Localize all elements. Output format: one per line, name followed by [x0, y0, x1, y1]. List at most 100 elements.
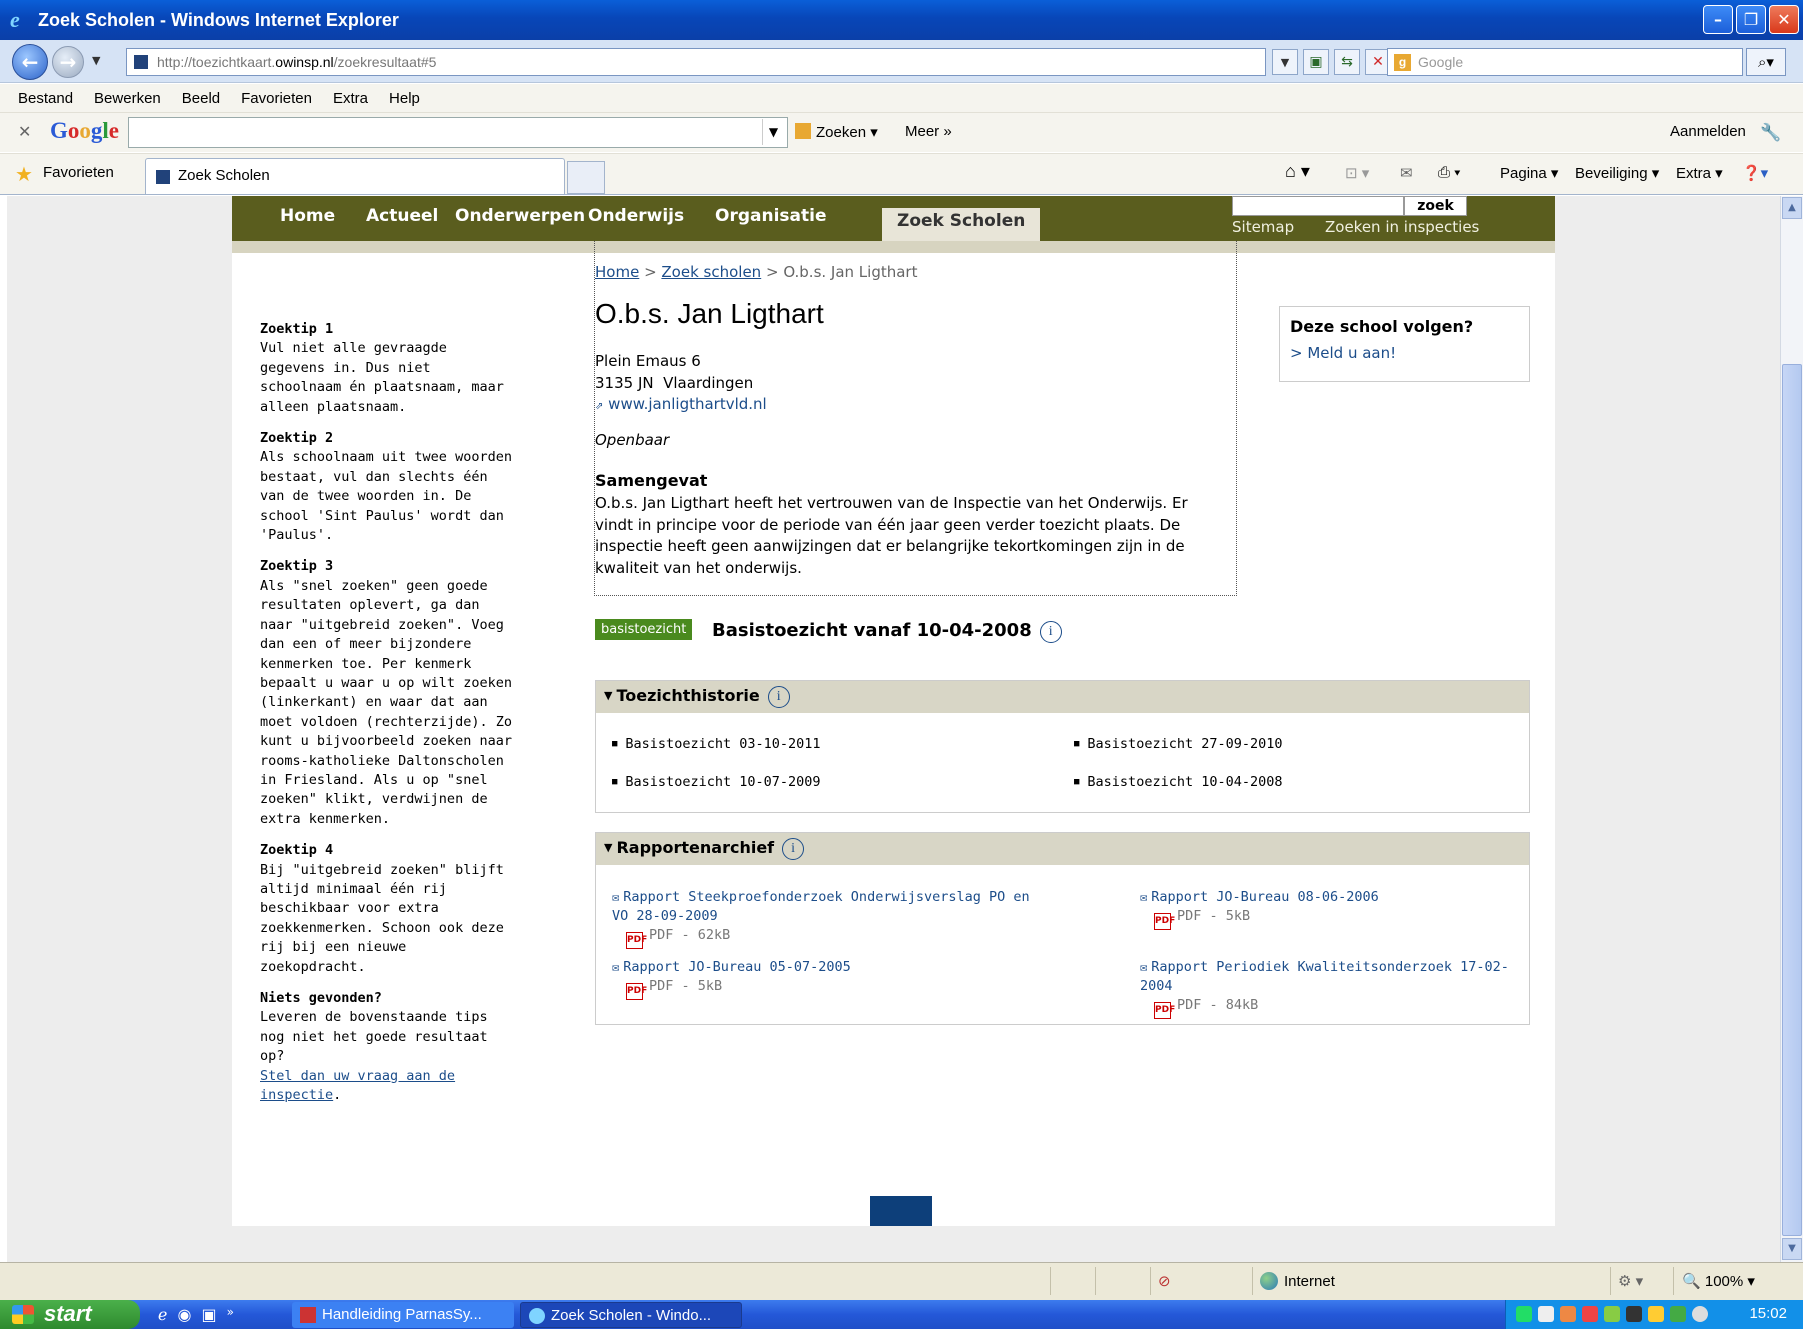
- menu-help[interactable]: Help: [389, 90, 420, 107]
- report-title: Rapport JO-Bureau 08-06-2006: [1151, 889, 1379, 905]
- close-button[interactable]: ✕: [1769, 5, 1799, 34]
- forward-button[interactable]: →: [52, 46, 84, 78]
- google-history-dropdown-icon[interactable]: ▼: [762, 119, 784, 145]
- taskbar-item-pdf[interactable]: Handleiding ParnasSy...: [292, 1302, 514, 1328]
- history-header[interactable]: ▼ Toezichthistorie i: [596, 681, 1529, 713]
- taskbar-item-label: Zoek Scholen - Windo...: [551, 1307, 712, 1324]
- start-button[interactable]: start: [0, 1300, 140, 1329]
- scroll-down-icon[interactable]: ▼: [1782, 1238, 1802, 1260]
- nav-onderwijs[interactable]: Onderwijs: [588, 206, 684, 226]
- sitemap-link[interactable]: Sitemap: [1232, 218, 1294, 236]
- url-dropdown-icon[interactable]: ▼: [1272, 49, 1298, 75]
- security-menu[interactable]: Beveiliging ▾: [1575, 164, 1659, 182]
- maximize-button[interactable]: ❐: [1736, 5, 1766, 34]
- scroll-thumb[interactable]: [1782, 364, 1802, 1236]
- report-file-info: PDF - 5kB: [1177, 908, 1251, 924]
- tip-text: Leveren de bovenstaande tips nog niet he…: [260, 1009, 488, 1065]
- zoom-control[interactable]: 🔍 100% ▾: [1682, 1272, 1755, 1290]
- site-search-button[interactable]: zoek: [1404, 196, 1467, 216]
- menu-bewerken[interactable]: Bewerken: [94, 90, 161, 107]
- nav-organisatie[interactable]: Organisatie: [715, 206, 826, 226]
- protected-mode-icon[interactable]: ⊘: [1158, 1272, 1171, 1290]
- nav-zoek-scholen[interactable]: Zoek Scholen: [882, 208, 1041, 241]
- menu-beeld[interactable]: Beeld: [182, 90, 220, 107]
- messenger-tray-icon[interactable]: [1692, 1306, 1708, 1322]
- archive-header[interactable]: ▼ Rapportenarchief i: [596, 833, 1529, 865]
- oversight-title: Basistoezicht vanaf 10-04-2008 i: [712, 620, 1062, 643]
- tip-title: Zoektip 3: [260, 558, 334, 575]
- browser-quicklaunch-icon[interactable]: ◉: [177, 1305, 191, 1324]
- search-inspections-link[interactable]: Zoeken in inspecties: [1325, 218, 1479, 236]
- pdf-icon[interactable]: PDF: [1154, 913, 1175, 930]
- refresh-icon[interactable]: ⇆: [1334, 49, 1360, 75]
- favorites-star-icon[interactable]: ★: [15, 162, 33, 186]
- feeds-icon[interactable]: ⊡ ▾: [1345, 164, 1369, 182]
- site-search-input[interactable]: [1232, 196, 1404, 216]
- info-icon[interactable]: i: [767, 686, 790, 708]
- network-tray-icon[interactable]: [1516, 1306, 1532, 1322]
- more-quicklaunch-icon[interactable]: »: [227, 1305, 234, 1324]
- report-link[interactable]: ✉ Rapport JO-Bureau 05-07-2005: [612, 959, 851, 975]
- display-tray-icon[interactable]: [1538, 1306, 1554, 1322]
- menu-favorieten[interactable]: Favorieten: [241, 90, 312, 107]
- browser-search-field[interactable]: g Google: [1387, 48, 1743, 76]
- recent-pages-dropdown[interactable]: ▼: [92, 54, 100, 67]
- home-icon[interactable]: ⌂ ▾: [1285, 161, 1310, 182]
- scroll-up-icon[interactable]: ▲: [1782, 197, 1802, 219]
- check-tray-icon[interactable]: [1670, 1306, 1686, 1322]
- page-menu[interactable]: Pagina ▾: [1500, 164, 1558, 182]
- info-icon[interactable]: i: [1039, 621, 1062, 643]
- shield-tray-icon[interactable]: [1648, 1306, 1664, 1322]
- nav-home[interactable]: Home: [280, 206, 335, 226]
- breadcrumb-home[interactable]: Home: [595, 263, 639, 281]
- back-button[interactable]: ←: [12, 44, 48, 80]
- report-link[interactable]: ✉ Rapport Steekproefonderzoek Onderwijsve…: [612, 889, 1030, 924]
- info-icon[interactable]: i: [782, 838, 805, 860]
- tip-text: Als "snel zoeken" geen goede resultaten …: [260, 577, 512, 827]
- pdf-icon[interactable]: PDF: [1154, 1002, 1175, 1019]
- antivirus-tray-icon[interactable]: [1582, 1306, 1598, 1322]
- monitor-tray-icon[interactable]: [1626, 1306, 1642, 1322]
- compatibility-view-icon[interactable]: ▣: [1303, 49, 1329, 75]
- tip-text: Bij "uitgebreid zoeken" blijft altijd mi…: [260, 861, 504, 975]
- report-link[interactable]: ✉ Rapport JO-Bureau 08-06-2006: [1140, 889, 1379, 905]
- google-search-button[interactable]: Zoeken ▾: [795, 123, 878, 141]
- mail-icon[interactable]: ✉: [1400, 164, 1413, 182]
- new-tab-button[interactable]: [567, 161, 605, 194]
- breadcrumb-search[interactable]: Zoek scholen: [661, 263, 761, 281]
- school-address: Plein Emaus 6 3135 JN Vlaardingen ⇗ www.…: [595, 351, 767, 418]
- app-quicklaunch-icon[interactable]: ▣: [201, 1305, 216, 1324]
- app-tray-icon[interactable]: [1560, 1306, 1576, 1322]
- minimize-button[interactable]: –: [1703, 5, 1733, 34]
- vertical-scrollbar[interactable]: ▲ ▼: [1780, 196, 1803, 1262]
- print-icon[interactable]: ⎙ ▾: [1438, 164, 1460, 181]
- favorites-button[interactable]: Favorieten: [43, 164, 114, 181]
- history-item: Basistoezicht 03-10-2011: [612, 736, 820, 752]
- ie-quicklaunch-icon[interactable]: ℯ: [158, 1305, 167, 1324]
- taskbar-item-ie[interactable]: Zoek Scholen - Windo...: [520, 1302, 742, 1328]
- popup-blocker-icon[interactable]: ⚙ ▾: [1618, 1272, 1643, 1290]
- ask-inspection-link[interactable]: Stel dan uw vraag aan de inspectie: [260, 1068, 455, 1103]
- google-toolbar-search-input[interactable]: [128, 117, 788, 148]
- menu-bestand[interactable]: Bestand: [18, 90, 73, 107]
- report-file-info: PDF - 5kB: [649, 978, 723, 994]
- close-toolbar-icon[interactable]: ✕: [18, 122, 31, 141]
- follow-signup-link[interactable]: > Meld u aan!: [1290, 344, 1396, 362]
- nav-onderwerpen[interactable]: Onderwerpen: [455, 206, 585, 226]
- search-go-icon[interactable]: ⌕▾: [1746, 48, 1786, 76]
- url-field[interactable]: http://toezichtkaart.owinsp.nl/zoekresul…: [126, 48, 1266, 76]
- report-link[interactable]: ✉ Rapport Periodiek Kwaliteitsonderzoek 1…: [1140, 959, 1509, 994]
- help-icon[interactable]: ❓▾: [1742, 164, 1768, 182]
- windows-flag-icon: [12, 1305, 34, 1324]
- school-website-link[interactable]: www.janligthartvld.nl: [608, 395, 767, 413]
- pdf-icon[interactable]: PDF: [626, 983, 647, 1000]
- nav-actueel[interactable]: Actueel: [366, 206, 438, 226]
- extra-menu[interactable]: Extra ▾: [1676, 164, 1723, 182]
- google-more-button[interactable]: Meer »: [905, 123, 952, 140]
- google-signin-button[interactable]: Aanmelden: [1670, 123, 1746, 140]
- menu-extra[interactable]: Extra: [333, 90, 368, 107]
- update-tray-icon[interactable]: [1604, 1306, 1620, 1322]
- browser-tab[interactable]: Zoek Scholen: [145, 158, 565, 194]
- pdf-icon[interactable]: PDF: [626, 932, 647, 949]
- wrench-icon[interactable]: 🔧: [1760, 123, 1781, 143]
